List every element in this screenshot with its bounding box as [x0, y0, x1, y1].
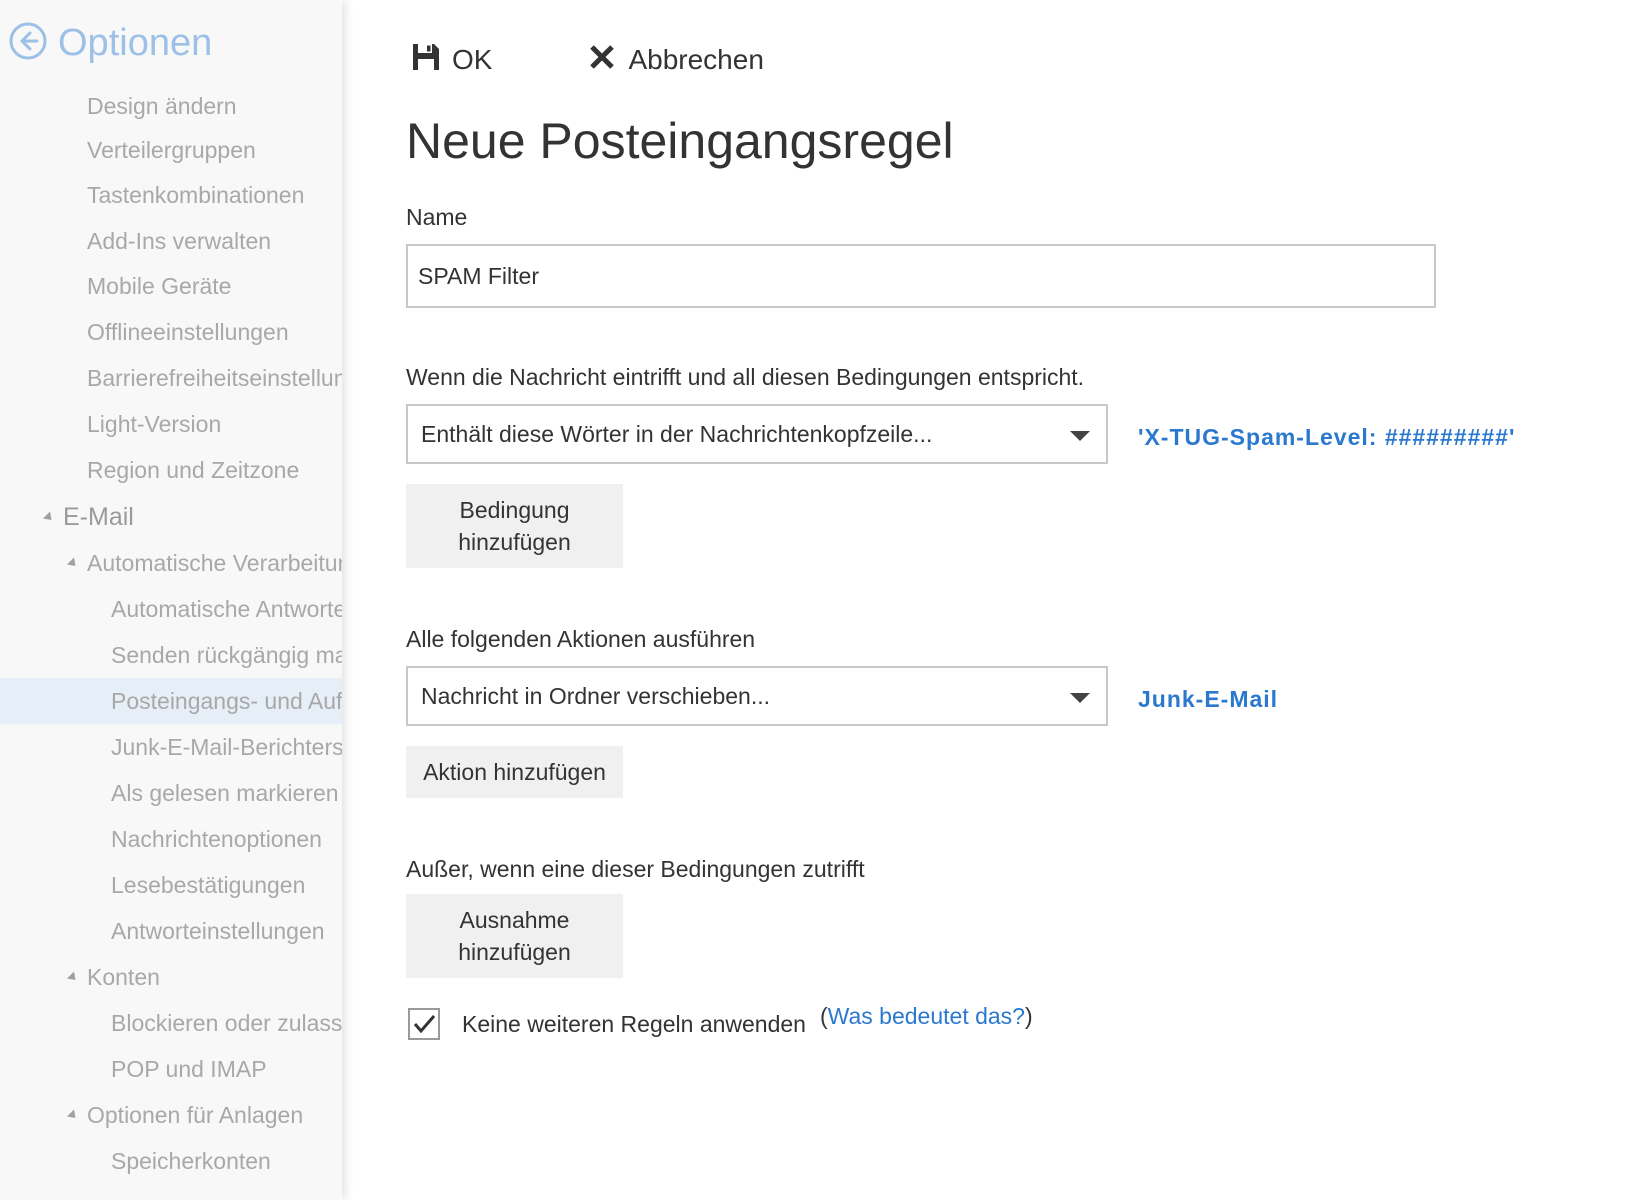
stop-rules-checkbox[interactable] — [408, 1008, 440, 1040]
rule-name-input[interactable] — [406, 244, 1436, 308]
close-icon — [586, 41, 628, 80]
sidebar-item-junk-reporting[interactable]: Junk-E-Mail-Berichterstattung — [0, 724, 342, 770]
rule-editor: OK Abbrechen Neue Posteingangsregel Name… — [342, 0, 1630, 1200]
sidebar-item-accessibility[interactable]: Barrierefreiheitseinstellungen — [0, 355, 342, 401]
action-value-link[interactable]: Junk-E-Mail — [1138, 686, 1278, 713]
back-arrow-icon[interactable] — [8, 21, 48, 66]
add-action-button[interactable]: Aktion hinzufügen — [406, 746, 623, 798]
condition-select[interactable]: Enthält diese Wörter in der Nachrichtenk… — [406, 404, 1108, 464]
help-link[interactable]: Was bedeutet das? — [828, 1003, 1025, 1029]
action-select-value: Nachricht in Ordner verschieben... — [421, 682, 770, 709]
sidebar-item-offline[interactable]: Offlineeinstellungen — [0, 309, 342, 355]
sidebar-item-mark-as-read[interactable]: Als gelesen markieren — [0, 770, 342, 816]
sidebar-item-mobile-devices[interactable]: Mobile Geräte — [0, 263, 342, 309]
add-condition-button[interactable]: Bedingung hinzufügen — [406, 484, 623, 568]
help-close-paren: ) — [1024, 1002, 1033, 1029]
sidebar-section-email-label: E-Mail — [63, 502, 134, 531]
page-title: Neue Posteingangsregel — [406, 113, 954, 169]
collapse-triangle-icon[interactable] — [66, 1108, 80, 1122]
conditions-label: Wenn die Nachricht eintrifft und all die… — [406, 364, 1085, 390]
action-select[interactable]: Nachricht in Ordner verschieben... — [406, 666, 1108, 726]
sidebar-item-inbox-rules[interactable]: Posteingangs- und Aufräumregeln — [0, 678, 342, 724]
condition-value-link[interactable]: 'X-TUG-Spam-Level: #########' — [1138, 424, 1515, 451]
sidebar-item-light-version[interactable]: Light-Version — [0, 401, 342, 447]
sidebar-item-pop-imap[interactable]: POP und IMAP — [0, 1046, 342, 1092]
sidebar-group-auto-processing[interactable]: Automatische Verarbeitung — [0, 540, 342, 586]
sidebar-item-addins[interactable]: Add-Ins verwalten — [0, 218, 342, 264]
sidebar-item-auto-replies[interactable]: Automatische Antworten — [0, 586, 342, 632]
cancel-button[interactable]: Abbrechen — [586, 41, 764, 80]
chevron-down-icon — [1070, 693, 1090, 703]
name-label: Name — [406, 204, 468, 230]
save-disk-icon — [410, 41, 452, 80]
sidebar-item-keyboard-shortcuts[interactable]: Tastenkombinationen — [0, 172, 342, 218]
sidebar-item-reply-settings[interactable]: Antworteinstellungen — [0, 908, 342, 954]
toolbar: OK Abbrechen — [410, 38, 764, 82]
sidebar-group-attachments[interactable]: Optionen für Anlagen — [0, 1092, 342, 1138]
help-open-paren: ( — [819, 1002, 828, 1029]
sidebar-item-distribution-groups[interactable]: Verteilergruppen — [0, 127, 342, 173]
sidebar-group-attachments-label: Optionen für Anlagen — [87, 1101, 304, 1128]
sidebar-item-message-options[interactable]: Nachrichtenoptionen — [0, 816, 342, 862]
back-to-options[interactable]: Optionen — [8, 18, 212, 68]
cancel-button-label: Abbrechen — [628, 44, 764, 75]
chevron-down-icon — [1070, 431, 1090, 441]
stop-rules-row: Keine weiteren Regeln anwenden (Was bede… — [408, 1003, 1033, 1040]
collapse-triangle-icon[interactable] — [66, 556, 80, 570]
ok-button-label: OK — [452, 44, 493, 75]
sidebar-group-accounts[interactable]: Konten — [0, 954, 342, 1000]
sidebar-item-undo-send[interactable]: Senden rückgängig machen — [0, 632, 342, 678]
add-exception-button[interactable]: Ausnahme hinzufügen — [406, 894, 623, 978]
sidebar-item-region-timezone[interactable]: Region und Zeitzone — [0, 447, 342, 493]
collapse-triangle-icon[interactable] — [66, 970, 80, 984]
actions-label: Alle folgenden Aktionen ausführen — [406, 626, 756, 652]
sidebar-group-auto-processing-label: Automatische Verarbeitung — [87, 549, 342, 576]
collapse-triangle-icon[interactable] — [42, 510, 56, 524]
ok-button[interactable]: OK — [410, 41, 492, 80]
condition-select-value: Enthält diese Wörter in der Nachrichtenk… — [421, 420, 933, 447]
sidebar-section-email[interactable]: E-Mail — [0, 494, 342, 540]
sidebar-item-read-receipts[interactable]: Lesebestätigungen — [0, 862, 342, 908]
sidebar-title: Optionen — [58, 21, 213, 64]
sidebar-group-accounts-label: Konten — [87, 963, 160, 990]
sidebar-item-block-allow[interactable]: Blockieren oder zulassen — [0, 1000, 342, 1046]
stop-rules-label: Keine weiteren Regeln anwenden — [462, 1010, 806, 1037]
checkmark-icon — [413, 1015, 436, 1034]
help-text: (Was bedeutet das?) — [820, 1003, 1033, 1030]
sidebar-item-storage-accounts[interactable]: Speicherkonten — [0, 1138, 342, 1184]
exceptions-label: Außer, wenn eine dieser Bedingungen zutr… — [406, 856, 865, 882]
sidebar-item-design[interactable]: Design ändern — [0, 83, 342, 129]
options-sidebar: Optionen Design ändern Verteilergruppen … — [0, 0, 342, 1200]
